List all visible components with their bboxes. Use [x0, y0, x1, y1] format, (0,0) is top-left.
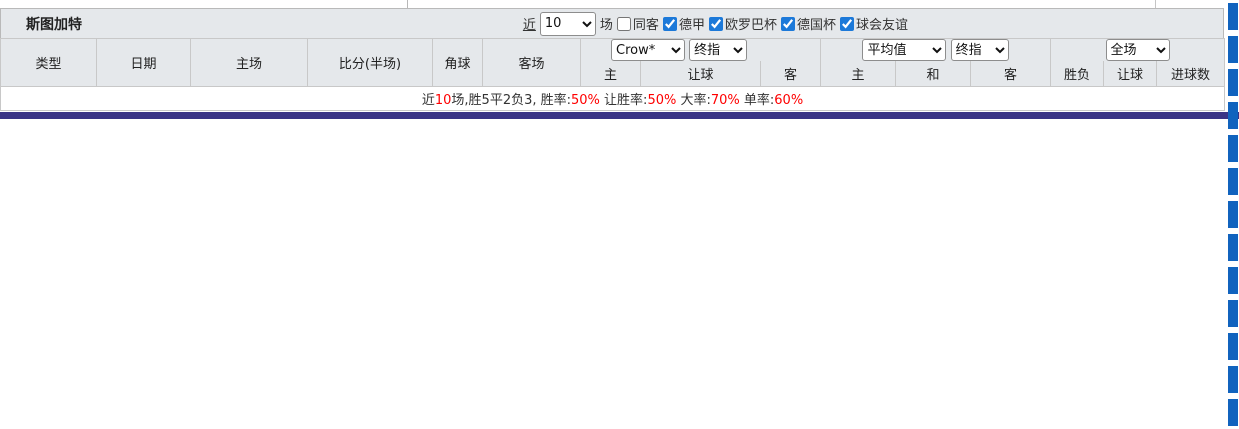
- league-filter-1[interactable]: 德甲: [662, 14, 705, 33]
- league-filter-label: 欧罗巴杯: [724, 18, 777, 33]
- col-header-avg-home: 主: [820, 61, 897, 87]
- col-header-odds-handicap: 让球: [640, 61, 761, 87]
- footer-stat-part: 50%: [571, 92, 600, 108]
- footer-stat-part: 50%: [647, 92, 677, 108]
- footer-stat-part: 大率:: [676, 92, 711, 108]
- col-header-corner: 角球: [432, 38, 483, 87]
- col-header-goals: 进球数: [1156, 61, 1226, 87]
- col-header-result: 胜负: [1050, 61, 1105, 87]
- col-header-score: 比分(半场): [307, 38, 433, 87]
- league-filter-label: 德甲: [678, 18, 705, 33]
- league-filter-checkbox[interactable]: [839, 16, 854, 31]
- same-venue-filter[interactable]: 同客: [616, 14, 659, 33]
- col-header-home: 主场: [190, 38, 308, 87]
- col-header-type: 类型: [0, 38, 97, 87]
- filter-controls: 近 10 场 同客 德甲 欧罗巴杯 德国杯 球会友谊: [523, 11, 908, 36]
- same-venue-checkbox[interactable]: [616, 16, 631, 31]
- title-bar: 斯图加特 近 10 场 同客 德甲 欧罗巴杯 德国杯 球会友谊: [0, 8, 1224, 38]
- footer-stat-part: 10: [434, 92, 452, 108]
- top-strip: [0, 0, 1239, 8]
- average-dropdown-group: 平均值 终指: [820, 38, 1052, 61]
- league-filter-checkbox[interactable]: [708, 16, 723, 31]
- col-header-odds-home: 主: [580, 61, 641, 87]
- scope-select[interactable]: 全场: [1105, 39, 1170, 61]
- col-header-avg-draw: 和: [895, 61, 972, 87]
- divider: [407, 0, 408, 8]
- footer-stat-part: 场,胜5平2负3, 胜率:: [451, 92, 572, 108]
- average-select[interactable]: 平均值: [862, 39, 947, 61]
- summary-stats: 近10场,胜5平2负3, 胜率:50% 让胜率:50% 大率:70% 单率:60…: [0, 85, 1226, 111]
- match-history-table: 类型 日期 主场 比分(半场) 角球 客场 Crow* 终指 平均值 终指 全场: [0, 38, 1226, 111]
- scroll-strip-block: [1228, 69, 1238, 96]
- match-history-panel: 斯图加特 近 10 场 同客 德甲 欧罗巴杯 德国杯 球会友谊 类型 日期 主场 比分…: [0, 0, 1239, 429]
- same-venue-label: 同客: [632, 18, 659, 33]
- col-header-handicap-result: 让球: [1103, 61, 1158, 87]
- footer-stat-part: 单率:: [739, 92, 775, 108]
- scroll-strip-block: [1228, 366, 1238, 393]
- scroll-strip-block: [1228, 300, 1238, 327]
- footer-stat-part: 近: [421, 92, 435, 108]
- scope-dropdown-group: 全场: [1050, 38, 1226, 61]
- divider: [1155, 0, 1156, 8]
- matches-label: 场: [599, 18, 613, 33]
- scroll-strip-block: [1228, 234, 1238, 261]
- right-scroll-strip[interactable]: [1228, 3, 1238, 429]
- scroll-strip-block: [1228, 3, 1238, 30]
- col-header-odds-away: 客: [759, 61, 822, 87]
- footer-stat-part: 60%: [774, 92, 804, 108]
- scroll-strip-block: [1228, 102, 1238, 129]
- league-filter-checkbox[interactable]: [780, 16, 795, 31]
- league-filter-group: 德甲 欧罗巴杯 德国杯 球会友谊: [662, 14, 908, 33]
- footer-stat-part: 70%: [710, 92, 740, 108]
- team-title: 斯图加特: [26, 16, 82, 33]
- recent-label-link[interactable]: 近: [523, 14, 536, 33]
- col-header-away: 客场: [482, 38, 581, 87]
- bottom-accent-bar: [0, 111, 1239, 119]
- scroll-strip-block: [1228, 333, 1238, 360]
- league-filter-4[interactable]: 球会友谊: [839, 14, 908, 33]
- recent-count-select[interactable]: 10: [539, 11, 596, 36]
- league-filter-label: 球会友谊: [855, 18, 908, 33]
- scroll-strip-block: [1228, 135, 1238, 162]
- league-filter-2[interactable]: 欧罗巴杯: [708, 14, 777, 33]
- scroll-strip-block: [1228, 399, 1238, 426]
- scroll-strip-block: [1228, 267, 1238, 294]
- average-stage-select[interactable]: 终指: [950, 39, 1009, 61]
- col-header-date: 日期: [96, 38, 191, 87]
- scroll-strip-block: [1228, 36, 1238, 63]
- bookmaker-select[interactable]: Crow*: [611, 39, 685, 61]
- league-filter-checkbox[interactable]: [662, 16, 677, 31]
- league-filter-3[interactable]: 德国杯: [780, 14, 836, 33]
- footer-stat-part: 让胜率:: [599, 92, 648, 108]
- scroll-strip-block: [1228, 201, 1238, 228]
- bookmaker-dropdown-group: Crow* 终指: [579, 38, 822, 61]
- col-header-avg-away: 客: [970, 61, 1052, 87]
- league-filter-label: 德国杯: [796, 18, 836, 33]
- bookmaker-stage-select[interactable]: 终指: [689, 39, 748, 61]
- scroll-strip-block: [1228, 168, 1238, 195]
